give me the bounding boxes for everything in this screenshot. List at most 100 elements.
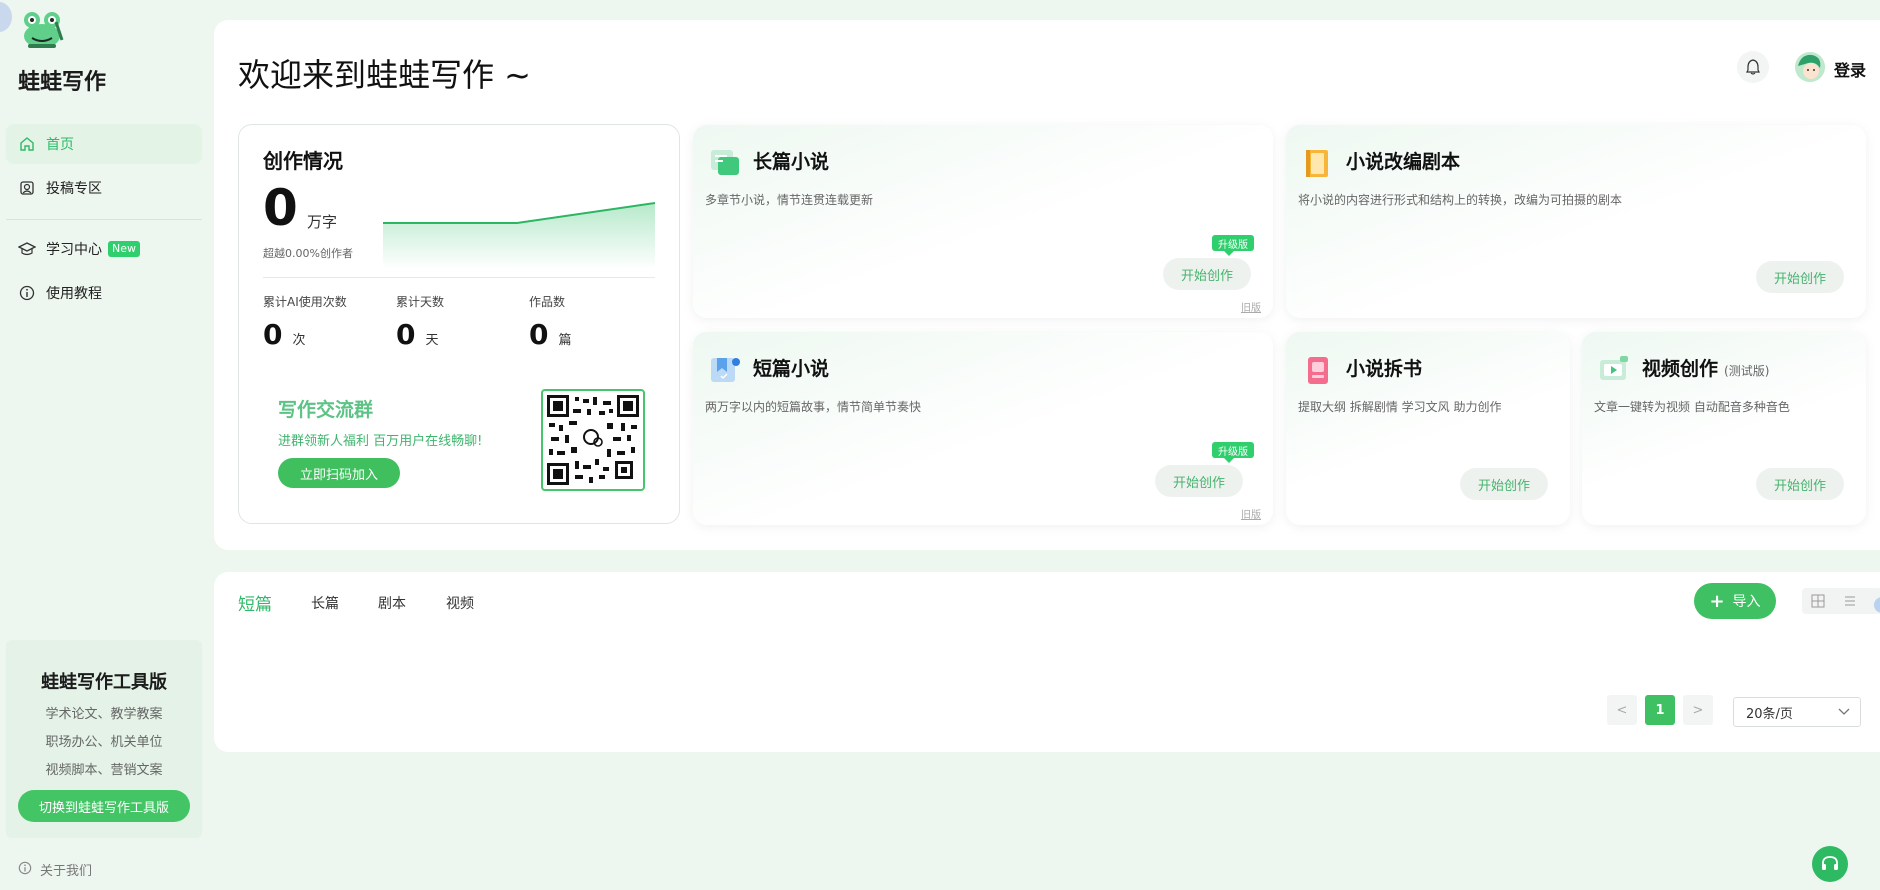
old-version-link[interactable]: 旧版: [1241, 506, 1261, 521]
short-novel-icon: [711, 358, 740, 382]
stat-label: 累计天数: [396, 295, 445, 309]
creation-stats-card: 创作情况 0 万字 超越0.00%创作者 累计AI使用次数 0次 累计天数 0天…: [238, 124, 680, 524]
stat-label: 累计AI使用次数: [263, 295, 347, 309]
card-video[interactable]: 视频创作 (测试版) 文章一键转为视频 自动配音多种音色 开始创作: [1582, 332, 1866, 525]
tool-card-line: 学术论文、教学教案: [45, 707, 163, 722]
long-novel-icon: [711, 150, 739, 175]
corner-decoration: [0, 2, 12, 32]
start-create-button[interactable]: 开始创作: [1756, 468, 1844, 500]
sidebar-item-tutorial[interactable]: 使用教程: [6, 273, 202, 313]
plus-icon: +: [1709, 590, 1725, 612]
graduation-cap-icon: [18, 240, 36, 258]
info-icon: [18, 861, 32, 879]
start-create-button[interactable]: 开始创作: [1163, 258, 1251, 290]
video-create-icon: [1600, 356, 1628, 380]
submit-icon: [18, 179, 36, 197]
stat-value: 0: [263, 318, 283, 351]
sidebar-item-label: 首页: [46, 137, 74, 153]
old-version-link[interactable]: 旧版: [1241, 299, 1261, 314]
card-long-novel[interactable]: 长篇小说 多章节小说，情节连贯连载更新 升级版 开始创作 旧版: [693, 125, 1273, 318]
script-book-icon: [1306, 150, 1328, 177]
upgrade-label: 升级版: [1218, 446, 1248, 458]
start-create-button[interactable]: 开始创作: [1155, 465, 1243, 497]
sidebar-item-learning[interactable]: 学习中心 New: [6, 229, 202, 269]
card-title: 短篇小说: [753, 358, 830, 380]
upgrade-label: 升级版: [1218, 239, 1248, 251]
card-title: 小说改编剧本: [1346, 151, 1461, 173]
tab-script[interactable]: 剧本: [378, 593, 406, 613]
stat-value: 0: [396, 318, 416, 351]
card-title-text: 视频创作: [1642, 358, 1719, 380]
sidebar-item-label: 使用教程: [46, 286, 102, 302]
tab-long[interactable]: 长篇: [311, 593, 339, 613]
trend-sparkline: [383, 202, 655, 269]
frog-logo-icon[interactable]: [20, 8, 66, 50]
sidebar: 蛙蛙写作 首页 投稿专区 学习中心 New 使用教程 蛙蛙写作工具版 学术论文、…: [0, 0, 212, 890]
upgrade-badge: 升级版: [1212, 235, 1254, 256]
tab-video[interactable]: 视频: [446, 593, 474, 613]
card-desc: 将小说的内容进行形式和结构上的转换，改编为可拍摄的剧本: [1298, 193, 1623, 207]
switch-tool-version-button[interactable]: 切换到蛙蛙写作工具版: [18, 790, 190, 822]
app-root: 蛙蛙写作 首页 投稿专区 学习中心 New 使用教程 蛙蛙写作工具版 学术论文、…: [0, 0, 1880, 890]
card-desc: 文章一键转为视频 自动配音多种音色: [1594, 400, 1790, 414]
view-toggle: [1802, 588, 1880, 614]
tab-short[interactable]: 短篇: [238, 590, 272, 615]
tool-card-line: 职场办公、机关单位: [45, 735, 163, 750]
stat-days: 累计天数 0天: [396, 293, 444, 351]
about-us-link[interactable]: 关于我们: [18, 860, 92, 879]
stat-works: 作品数 0篇: [529, 293, 572, 351]
stats-title: 创作情况: [263, 149, 343, 173]
card-short-novel[interactable]: 短篇小说 两万字以内的短篇故事，情节简单节奏快 升级版 开始创作 旧版: [693, 332, 1273, 525]
sidebar-item-label: 学习中心: [46, 242, 102, 258]
tool-card-title: 蛙蛙写作工具版: [41, 672, 167, 693]
start-create-button[interactable]: 开始创作: [1460, 468, 1548, 500]
home-icon: [18, 135, 36, 153]
word-count-unit: 万字: [307, 213, 338, 231]
group-desc: 进群领新人福利 百万用户在线畅聊!: [278, 434, 483, 449]
page-title: 欢迎来到蛙蛙写作 ~: [238, 56, 531, 94]
group-title: 写作交流群: [278, 399, 374, 421]
grid-view-icon[interactable]: [1802, 588, 1834, 614]
stat-unit: 天: [425, 333, 439, 348]
card-book-split[interactable]: 小说拆书 提取大纲 拆解剧情 学习文风 助力创作 开始创作: [1286, 332, 1570, 525]
card-title: 长篇小说: [753, 151, 830, 173]
page-size-select[interactable]: 20条/页: [1733, 697, 1861, 727]
notification-bell-icon[interactable]: [1737, 51, 1769, 83]
list-view-icon[interactable]: [1834, 588, 1866, 614]
beta-tag: (测试版): [1724, 364, 1770, 378]
sidebar-item-label: 投稿专区: [46, 181, 102, 197]
app-name: 蛙蛙写作: [18, 70, 107, 95]
tool-version-card: 蛙蛙写作工具版 学术论文、教学教案 职场办公、机关单位 视频脚本、营销文案 切换…: [6, 640, 202, 838]
import-button[interactable]: + 导入: [1694, 583, 1776, 619]
join-group-button[interactable]: 立即扫码加入: [278, 458, 400, 488]
card-desc: 两万字以内的短篇故事，情节简单节奏快: [705, 400, 922, 414]
avatar[interactable]: [1795, 52, 1825, 82]
import-label: 导入: [1732, 594, 1761, 610]
stat-unit: 次: [292, 333, 306, 348]
chevron-down-icon: [1838, 705, 1850, 720]
qr-code: [541, 389, 645, 491]
word-count-value: 0: [263, 179, 298, 237]
sidebar-item-home[interactable]: 首页: [6, 124, 202, 164]
card-desc: 多章节小说，情节连贯连载更新: [705, 193, 874, 207]
upgrade-badge: 升级版: [1212, 442, 1254, 463]
card-desc: 提取大纲 拆解剧情 学习文风 助力创作: [1298, 400, 1502, 414]
sidebar-item-submit[interactable]: 投稿专区: [6, 168, 202, 208]
login-link[interactable]: 登录: [1834, 57, 1866, 81]
new-badge: New: [108, 241, 140, 257]
stat-value: 0: [529, 318, 549, 351]
pagination-next-button[interactable]: >: [1683, 695, 1713, 725]
sidebar-divider: [6, 219, 202, 220]
qr-code-icon: [547, 395, 639, 485]
customer-service-icon[interactable]: [1812, 846, 1848, 882]
page-size-value: 20条/页: [1746, 706, 1793, 722]
stat-unit: 篇: [558, 333, 572, 348]
pagination-prev-button[interactable]: <: [1607, 695, 1637, 725]
card-adapt-script[interactable]: 小说改编剧本 将小说的内容进行形式和结构上的转换，改编为可拍摄的剧本 开始创作: [1286, 125, 1866, 318]
book-split-icon: [1308, 357, 1328, 384]
pagination-current-page[interactable]: 1: [1645, 695, 1675, 725]
start-create-button[interactable]: 开始创作: [1756, 261, 1844, 293]
tool-card-line: 视频脚本、营销文案: [45, 763, 163, 778]
card-title: 视频创作 (测试版): [1642, 354, 1769, 381]
info-icon: [18, 284, 36, 302]
